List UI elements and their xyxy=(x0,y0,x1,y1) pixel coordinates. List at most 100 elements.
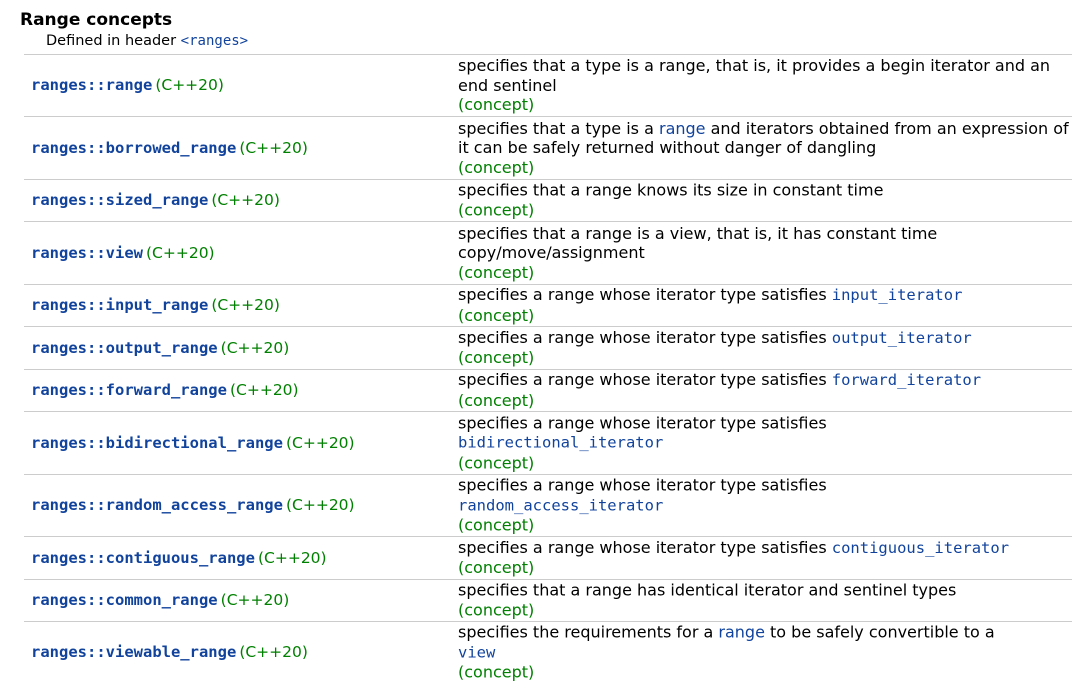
kind-label: (concept) xyxy=(458,200,535,219)
concept-link[interactable]: ranges::contiguous_range xyxy=(31,549,255,567)
code-link[interactable]: output_iterator xyxy=(832,329,972,347)
concept-link[interactable]: ranges::output_range xyxy=(31,339,218,357)
row-divider xyxy=(24,284,1072,285)
kind-label: (concept) xyxy=(458,662,535,682)
table-row: ranges::input_range (C++20) specifies a ra… xyxy=(0,284,1080,326)
description-text: to be safely convertible to a xyxy=(764,622,995,642)
standard-badge: (C++20) xyxy=(220,338,290,357)
standard-badge: (C++20) xyxy=(145,243,215,262)
standard-badge: (C++20) xyxy=(155,76,224,94)
description-text: specifies a range whose iterator type sa… xyxy=(458,475,827,495)
row-divider xyxy=(24,536,1072,537)
code-link[interactable]: input_iterator xyxy=(832,286,963,304)
description-text: specifies that a range is a view, that i… xyxy=(458,223,938,262)
concept-name-cell: ranges::bidirectional_range (C++20) xyxy=(31,434,355,452)
row-divider xyxy=(24,369,1072,370)
description-text: specifies a range whose iterator type sa… xyxy=(458,537,832,557)
code-link[interactable]: view xyxy=(458,643,495,661)
kind-label: (concept) xyxy=(458,262,535,282)
description-text: specifies a range whose iterator type sa… xyxy=(458,412,827,432)
row-divider xyxy=(24,54,1072,55)
table-row: ranges::forward_range (C++20) specifies a … xyxy=(0,369,1080,411)
standard-badge: (C++20) xyxy=(239,138,308,157)
header-link[interactable]: <ranges> xyxy=(181,33,248,49)
table-row: ranges::sized_range (C++20) specifies that… xyxy=(0,179,1080,221)
table-row: ranges::viewable_range (C++20) specifies t… xyxy=(0,621,1080,683)
concept-link[interactable]: ranges::view xyxy=(31,244,143,262)
description-text: specifies that a type is a xyxy=(458,118,659,138)
code-link[interactable]: random_access_iterator xyxy=(458,496,663,514)
standard-badge: (C++20) xyxy=(257,548,327,567)
concept-description: specifies a range whose iterator type sa… xyxy=(458,328,1074,368)
text-link[interactable]: range xyxy=(718,622,765,641)
kind-label: (concept) xyxy=(458,452,535,472)
table-row: ranges::borrowed_range (C++20) specifies t… xyxy=(0,116,1080,179)
concept-name-cell: ranges::sized_range (C++20) xyxy=(31,191,280,209)
concept-description: specifies a range whose iterator type sa… xyxy=(458,285,1074,325)
concept-name-cell: ranges::range (C++20) xyxy=(31,76,224,94)
concept-name-cell: ranges::borrowed_range (C++20) xyxy=(31,139,308,157)
kind-label: (concept) xyxy=(458,600,535,619)
concept-link[interactable]: ranges::viewable_range xyxy=(31,643,236,661)
concept-description: specifies that a range is a view, that i… xyxy=(458,223,1074,282)
concept-name-cell: ranges::viewable_range (C++20) xyxy=(31,643,308,661)
table-row: ranges::contiguous_range (C++20) specifies… xyxy=(0,536,1080,579)
concept-name-cell: ranges::contiguous_range (C++20) xyxy=(31,549,327,567)
standard-badge: (C++20) xyxy=(239,643,308,661)
description-text: specifies a range whose iterator type sa… xyxy=(458,327,832,347)
kind-label: (concept) xyxy=(458,305,535,325)
kind-label: (concept) xyxy=(458,348,535,367)
concept-link[interactable]: ranges::range xyxy=(31,76,152,94)
section-title: Range concepts xyxy=(20,10,173,30)
code-link[interactable]: forward_iterator xyxy=(832,371,981,389)
concept-link[interactable]: ranges::forward_range xyxy=(31,381,227,399)
code-link[interactable]: bidirectional_iterator xyxy=(458,433,663,451)
concept-link[interactable]: ranges::bidirectional_range xyxy=(31,434,283,452)
standard-badge: (C++20) xyxy=(211,296,280,314)
concept-description: specifies a range whose iterator type sa… xyxy=(458,413,1074,473)
table-row: ranges::output_range (C++20) specifies a r… xyxy=(0,326,1080,369)
table-row: ranges::range (C++20) specifies that a typ… xyxy=(0,54,1080,116)
concept-description: specifies that a range knows its size in… xyxy=(458,181,1074,220)
table-row: ranges::view (C++20) specifies that a rang… xyxy=(0,221,1080,284)
description-text: specifies that a range has identical ite… xyxy=(458,580,957,600)
concept-name-cell: ranges::view (C++20) xyxy=(31,244,215,262)
standard-badge: (C++20) xyxy=(211,191,280,209)
table-row: ranges::common_range (C++20) specifies tha… xyxy=(0,579,1080,621)
concept-link[interactable]: ranges::random_access_range xyxy=(31,496,283,514)
table-row: ranges::random_access_range (C++20) specif… xyxy=(0,474,1080,536)
description-text: specifies a range whose iterator type sa… xyxy=(458,370,832,389)
concept-description: specifies that a type is a range, that i… xyxy=(458,56,1074,115)
defined-in-header: Defined in header <ranges> xyxy=(46,32,1080,50)
concept-name-cell: ranges::forward_range (C++20) xyxy=(31,381,299,399)
concept-link[interactable]: ranges::sized_range xyxy=(31,191,208,209)
concept-description: specifies a range whose iterator type sa… xyxy=(458,475,1074,535)
standard-badge: (C++20) xyxy=(220,591,290,609)
description-text: specifies a range whose iterator type sa… xyxy=(458,285,832,304)
concept-description: specifies a range whose iterator type sa… xyxy=(458,370,1074,410)
description-text: specifies that a type is a range, that i… xyxy=(458,55,1051,95)
kind-label: (concept) xyxy=(458,515,535,535)
kind-label: (concept) xyxy=(458,390,535,410)
concept-link[interactable]: ranges::input_range xyxy=(31,296,208,314)
concept-name-cell: ranges::output_range (C++20) xyxy=(31,339,289,357)
concept-name-cell: ranges::common_range (C++20) xyxy=(31,591,289,609)
row-divider xyxy=(24,221,1072,222)
text-link[interactable]: range xyxy=(659,118,706,137)
concept-name-cell: ranges::random_access_range (C++20) xyxy=(31,496,355,514)
row-divider xyxy=(24,326,1072,327)
row-divider xyxy=(24,411,1072,412)
concept-link[interactable]: ranges::common_range xyxy=(31,591,218,609)
code-link[interactable]: contiguous_iterator xyxy=(832,539,1009,557)
concept-link[interactable]: ranges::borrowed_range xyxy=(31,139,236,157)
row-divider xyxy=(24,116,1072,117)
page: Range concepts Defined in header <ranges… xyxy=(0,0,1080,694)
kind-label: (concept) xyxy=(458,157,535,177)
standard-badge: (C++20) xyxy=(285,496,355,514)
defined-in-label: Defined in header xyxy=(46,33,181,49)
description-text: specifies that a range knows its size in… xyxy=(458,180,884,200)
row-divider xyxy=(24,179,1072,180)
row-divider xyxy=(24,621,1072,622)
kind-label: (concept) xyxy=(458,558,535,577)
table-row: ranges::bidirectional_range (C++20) specif… xyxy=(0,411,1080,474)
